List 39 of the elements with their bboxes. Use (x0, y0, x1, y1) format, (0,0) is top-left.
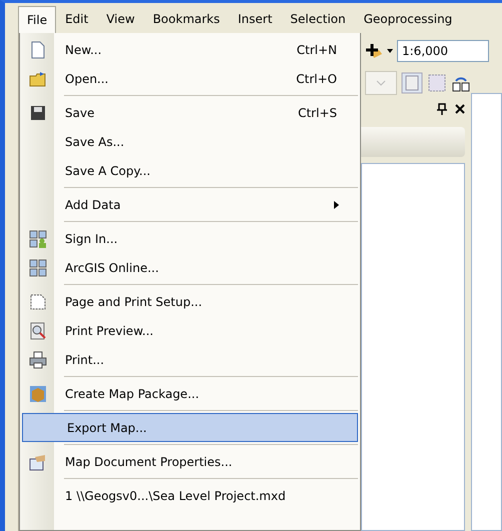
plus-icon[interactable] (365, 42, 383, 60)
page-setup-icon (29, 292, 47, 310)
menu-item[interactable]: Geoprocessing (354, 5, 462, 33)
printer-icon (29, 350, 47, 368)
menu-item[interactable]: Edit (56, 5, 98, 33)
menu-item[interactable]: Selection (281, 5, 355, 33)
menu-item[interactable]: Page and Print Setup... (20, 287, 358, 316)
package-icon (29, 384, 47, 402)
menu-item[interactable]: Sign In... (20, 224, 358, 253)
dotted-page-icon[interactable] (427, 73, 447, 93)
menu-item[interactable]: ArcGIS Online... (20, 253, 358, 282)
chevron-down-icon (376, 80, 386, 86)
menu-item[interactable]: Print Preview... (20, 316, 358, 345)
menu-item[interactable]: Add Data (20, 190, 358, 219)
menu-item[interactable]: New... Ctrl+N (20, 35, 358, 64)
submenu-arrow-icon (334, 200, 339, 208)
menu-item[interactable]: Print... (20, 345, 358, 374)
scale-field[interactable]: 1:6,000 (397, 40, 489, 62)
menu-item[interactable]: Save Ctrl+S (20, 98, 358, 127)
dropdown-arrow-icon[interactable] (387, 49, 393, 53)
folder-icon (29, 70, 47, 88)
menu-item[interactable]: Insert (228, 5, 282, 33)
print-preview-icon (29, 322, 47, 340)
menu-item[interactable]: Open... Ctrl+O (20, 64, 358, 93)
grid-person-icon (29, 230, 47, 248)
menu-item[interactable]: Save A Copy... (20, 156, 358, 185)
menu-item[interactable]: Create Map Package... (20, 379, 358, 408)
menu-item[interactable]: 1 \\Geogsv0...\Sea Level Project.mxd (20, 481, 358, 510)
document-icon (29, 40, 47, 58)
grid-icon (29, 258, 47, 276)
menu-item[interactable]: Map Document Properties... (20, 447, 358, 476)
pin-icon[interactable] (437, 103, 447, 115)
menu-item[interactable]: View (97, 5, 144, 33)
menu-item[interactable]: Export Map... (22, 413, 358, 442)
menu-item[interactable]: File (18, 6, 56, 33)
menu-item[interactable]: Save As... (20, 127, 358, 156)
close-icon[interactable] (455, 104, 465, 114)
menu-item[interactable]: Bookmarks (144, 5, 229, 33)
properties-icon (29, 452, 47, 470)
